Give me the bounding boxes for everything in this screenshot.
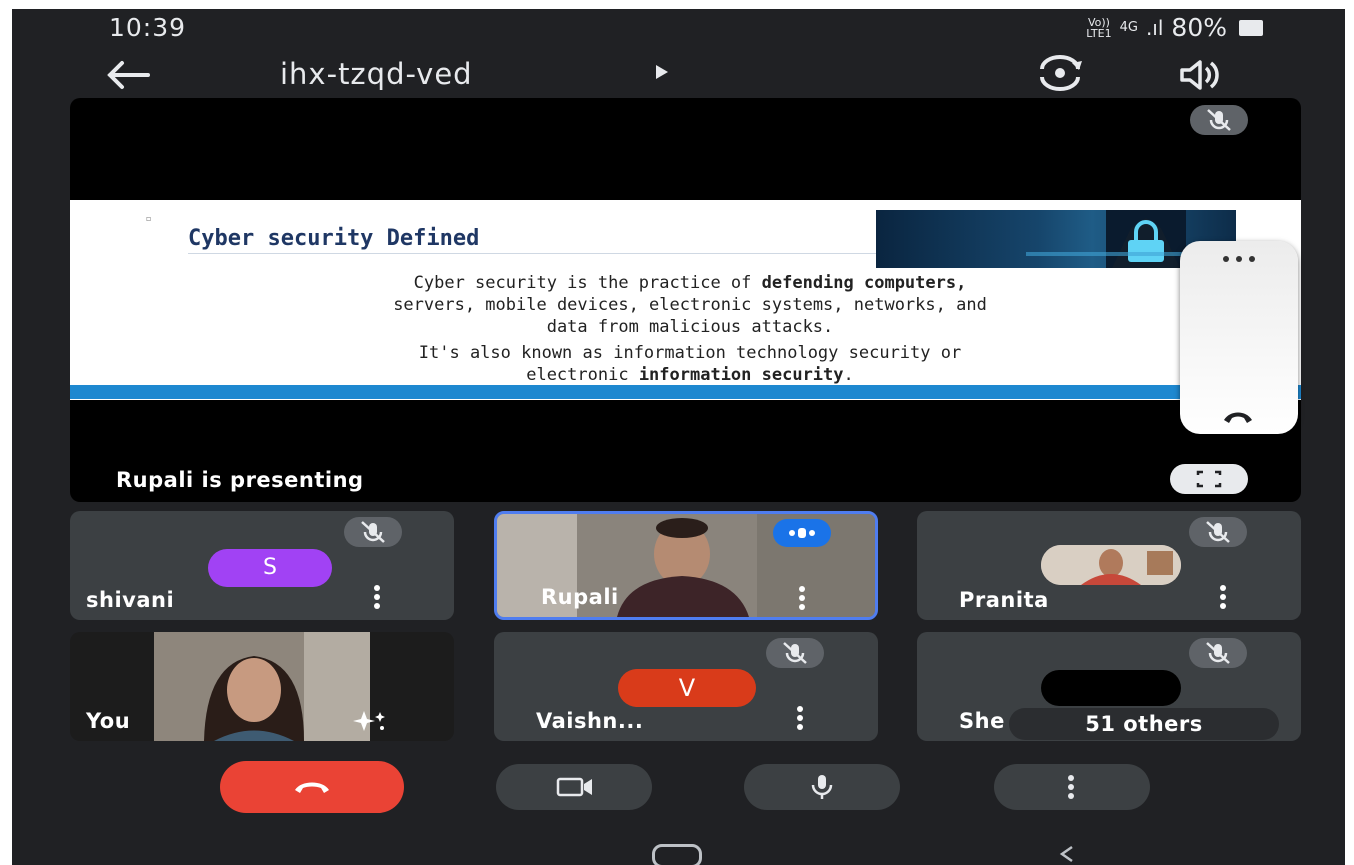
participant-name: Rupali (541, 585, 619, 609)
play-arrow-icon[interactable] (656, 65, 668, 79)
avatar (1041, 545, 1181, 585)
slide-line-1: Cyber security is the practice of defend… (170, 272, 1210, 294)
slide-line-1-text: Cyber security is the practice of (413, 273, 762, 293)
avatar (1041, 670, 1181, 706)
muted-indicator (1189, 517, 1247, 547)
more-vert-icon (1068, 775, 1074, 799)
slide-title-underline (188, 253, 878, 254)
mic-off-icon (1206, 521, 1230, 543)
participant-name: She (959, 709, 1005, 733)
signal-bars-icon: .ıl (1145, 15, 1164, 40)
slide-body: Cyber security is the practice of defend… (170, 272, 1210, 386)
chevron-left-icon (1059, 845, 1073, 863)
mic-off-icon (361, 521, 385, 543)
nav-home-button[interactable] (652, 844, 702, 865)
slide-line-5-text: electronic (526, 365, 639, 385)
muted-indicator (344, 517, 402, 547)
more-vert-icon[interactable] (796, 704, 804, 732)
arrow-left-icon (107, 61, 150, 89)
slide-line-4: It's also known as information technolog… (418, 343, 962, 363)
muted-indicator (1189, 638, 1247, 668)
more-vert-icon[interactable] (373, 583, 381, 611)
muted-indicator (766, 638, 824, 668)
fullscreen-icon (1196, 470, 1222, 488)
video-icon (556, 777, 592, 797)
slide-line-5: electronic information security. (170, 364, 1210, 386)
floating-call-widget[interactable] (1180, 241, 1298, 434)
participant-tile-rupali[interactable]: Rupali (494, 511, 878, 620)
phone-icon[interactable] (1220, 406, 1256, 426)
lte-label: LTE1 (1086, 26, 1112, 40)
switch-camera-button[interactable] (1032, 53, 1088, 93)
profile-photo (1041, 545, 1181, 585)
back-button[interactable] (98, 55, 158, 95)
status-time: 10:39 (109, 13, 187, 42)
avatar: S (208, 549, 332, 587)
slide-line-3: data from malicious attacks. (546, 317, 834, 337)
more-options-button[interactable] (994, 764, 1150, 810)
participant-tile-shivani[interactable]: S shivani (70, 511, 454, 620)
slide-line-5-end: . (843, 365, 854, 385)
presentation-tile[interactable]: ▫ Cyber security Defined Cyber security … (70, 98, 1301, 502)
camera-toggle-button[interactable] (496, 764, 652, 810)
network-indicator: Vo)) LTE1 (1086, 17, 1111, 39)
microphone-toggle-button[interactable] (744, 764, 900, 810)
participant-tile-self[interactable]: You (70, 632, 454, 741)
slide-footer-bar (70, 385, 1301, 399)
volte-label: Vo)) (1087, 15, 1110, 29)
signal-type: 4G (1119, 20, 1138, 35)
fullscreen-button[interactable] (1170, 464, 1248, 494)
more-horiz-icon[interactable] (1214, 249, 1264, 269)
slide-line-2: servers, mobile devices, electronic syst… (393, 295, 987, 315)
end-call-button[interactable] (220, 761, 404, 813)
mic-icon (811, 775, 833, 799)
speaker-button[interactable] (1172, 55, 1228, 95)
speaking-indicator (773, 519, 831, 547)
participant-tile-others[interactable]: She 51 others (917, 632, 1301, 741)
others-count-pill[interactable]: 51 others (1009, 708, 1279, 740)
mic-off-icon (1207, 109, 1231, 131)
presentation-muted-indicator (1190, 105, 1248, 135)
nav-back-button[interactable] (1052, 839, 1082, 865)
phone-screen: 10:39 Vo)) LTE1 4G .ıl 80% ihx-tzqd-ved (12, 9, 1345, 865)
switch-camera-icon (1040, 55, 1082, 91)
participant-name: Pranita (959, 588, 1049, 612)
participant-tile-pranita[interactable]: Pranita (917, 511, 1301, 620)
mic-off-icon (783, 642, 807, 664)
participant-name: Vaishn... (536, 709, 644, 733)
meeting-code[interactable]: ihx-tzqd-ved (280, 57, 473, 91)
battery-icon (1239, 19, 1263, 36)
audio-level-icon (789, 528, 815, 538)
avatar: V (618, 669, 756, 707)
participant-tile-vaishnavi[interactable]: V Vaishn... (494, 632, 878, 741)
more-vert-icon[interactable] (798, 584, 806, 612)
participant-name: shivani (86, 588, 175, 612)
mic-off-icon (1206, 642, 1230, 664)
status-bar-right: Vo)) LTE1 4G .ıl 80% (1086, 13, 1263, 42)
more-vert-icon[interactable] (1219, 583, 1227, 611)
battery-percent: 80% (1171, 13, 1227, 42)
slide-line-5-bold: information security (638, 365, 844, 385)
slide-line-1-bold: defending computers, (761, 273, 967, 293)
participant-name: You (86, 709, 131, 733)
shared-slide: ▫ Cyber security Defined Cyber security … (70, 200, 1301, 400)
end-call-icon (295, 782, 329, 793)
slide-title: Cyber security Defined (188, 226, 480, 251)
slide-logo-mark: ▫ (146, 214, 152, 223)
presenter-label: Rupali is presenting (116, 468, 364, 492)
speaker-icon (1180, 60, 1219, 90)
sparkle-effects-icon[interactable] (350, 708, 390, 734)
self-video (154, 632, 370, 741)
